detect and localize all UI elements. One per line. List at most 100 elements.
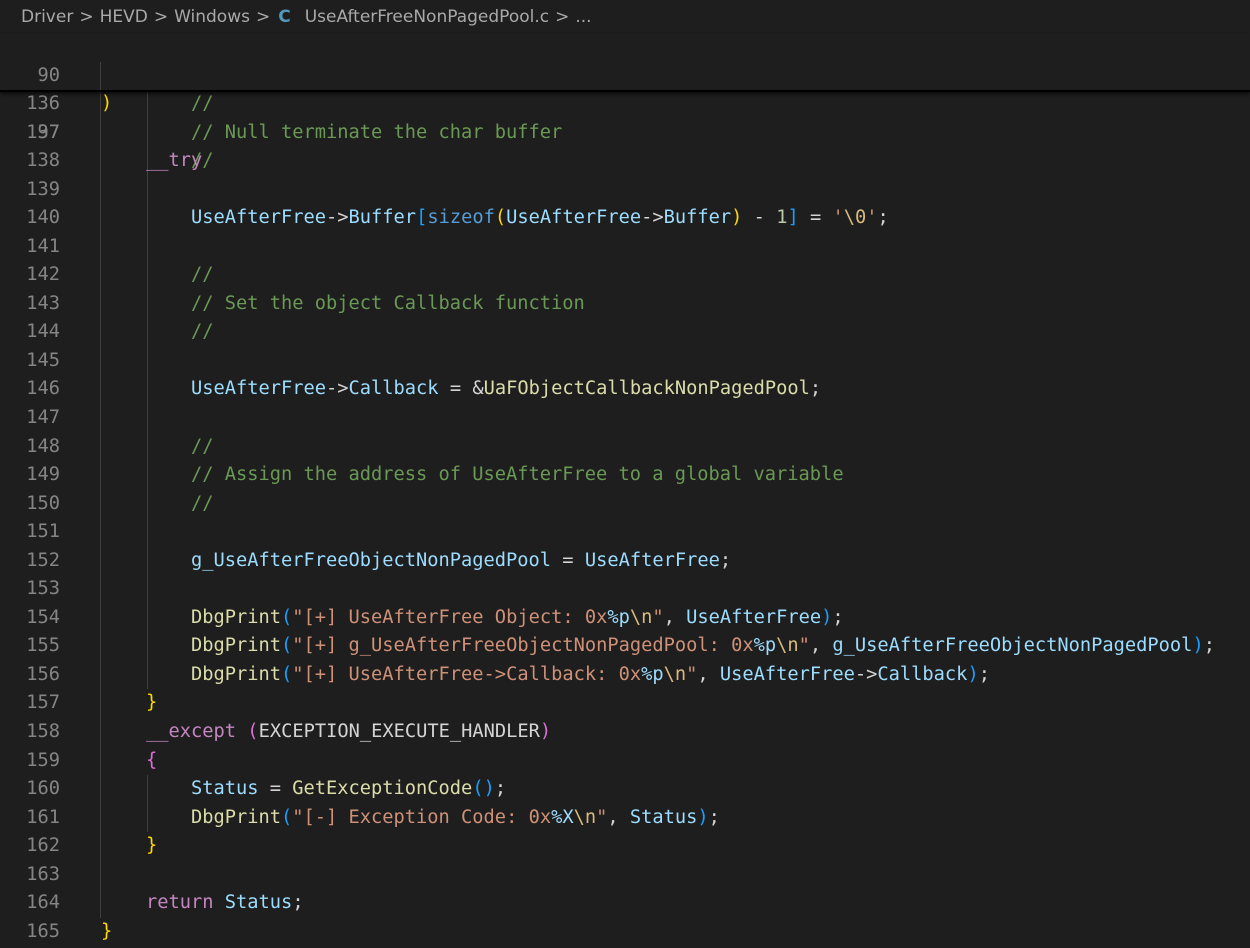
breadcrumb: Driver > HEVD > Windows > C UseAfterFree… (0, 0, 1250, 33)
code-line[interactable]: 157 } (0, 689, 1250, 719)
line-number: 142 (26, 264, 60, 286)
indent-guide (100, 404, 101, 433)
code-line[interactable]: 145 (0, 346, 1250, 376)
code-line[interactable]: 160 Status = GetExceptionCode(); (0, 775, 1250, 804)
line-number: 97 (37, 121, 60, 143)
code-line[interactable]: 162 } (0, 832, 1250, 861)
breadcrumb-windows[interactable]: Windows (174, 7, 250, 27)
line-number: 163 (26, 863, 60, 885)
indent-guide (100, 346, 101, 376)
code-text: Status = GetExceptionCode(); (191, 778, 507, 800)
code-text: // (191, 93, 214, 114)
code-line[interactable]: 139 (0, 175, 1250, 205)
code-line[interactable]: 151 (0, 518, 1250, 547)
line-number: 154 (26, 606, 60, 628)
indent-guide (100, 518, 101, 547)
code-text: } (146, 835, 158, 857)
code-text: // (191, 492, 214, 514)
breadcrumb-separator: > (153, 6, 169, 27)
code-line[interactable]: 159 { (0, 746, 1250, 776)
line-number: 150 (26, 492, 60, 514)
breadcrumb-separator: > (79, 6, 94, 27)
line-number: 147 (26, 407, 60, 429)
code-text: ) (101, 93, 113, 114)
breadcrumb-file[interactable]: UseAfterFreeNonPagedPool.c (305, 7, 549, 27)
code-line[interactable]: 143 // Set the object Callback function (0, 289, 1250, 319)
code-line[interactable]: 136 // (0, 90, 1250, 119)
code-line[interactable]: 165} (0, 918, 1250, 947)
line-number: 141 (26, 235, 60, 257)
code-text: UseAfterFree->Buffer[sizeof(UseAfterFree… (191, 207, 889, 229)
code-text: // (191, 321, 214, 343)
code-line[interactable]: 148 // (0, 432, 1250, 462)
code-line[interactable]: 158 __except (EXCEPTION_EXECUTE_HANDLER) (0, 718, 1250, 747)
sticky-scroll[interactable]: 90 ) 97 __try (0, 33, 1250, 171)
code-line[interactable]: 147 (0, 404, 1250, 433)
code-text: // (191, 435, 214, 457)
indent-guide (100, 232, 101, 262)
line-number: 151 (26, 521, 60, 543)
breadcrumb-separator: > (255, 6, 271, 27)
code-line[interactable]: 149 // Assign the address of UseAfterFre… (0, 461, 1250, 490)
code-text: } (101, 920, 113, 942)
code-editor[interactable]: 136 //137 // Null terminate the char buf… (0, 90, 1250, 946)
line-number: 165 (26, 920, 60, 942)
code-line[interactable]: 155 DbgPrint("[+] g_UseAfterFreeObjectNo… (0, 632, 1250, 661)
line-number: 149 (26, 464, 60, 486)
code-line[interactable]: 146 UseAfterFree->Callback = &UaFObjectC… (0, 375, 1250, 405)
indent-guide (147, 346, 148, 376)
code-line[interactable]: 144 // (0, 318, 1250, 347)
indent-guide (147, 575, 148, 604)
line-number: 144 (26, 321, 60, 343)
code-line[interactable]: 163 (0, 860, 1250, 890)
code-line[interactable]: 153 (0, 575, 1250, 604)
code-text: DbgPrint("[+] UseAfterFree Object: 0x%p\… (191, 606, 844, 628)
code-line[interactable]: 156 DbgPrint("[+] UseAfterFree->Callback… (0, 660, 1250, 690)
code-text: // Null terminate the char buffer (191, 121, 563, 143)
line-number: 156 (26, 663, 60, 685)
line-number: 155 (26, 635, 60, 657)
line-number: 158 (26, 721, 60, 743)
line-number: 146 (26, 378, 60, 400)
code-line[interactable]: 161 DbgPrint("[-] Exception Code: 0x%X\n… (0, 803, 1250, 833)
line-number: 148 (26, 435, 60, 457)
indent-guide (147, 175, 148, 205)
line-number: 157 (26, 692, 60, 714)
breadcrumb-hevd[interactable]: HEVD (100, 7, 148, 27)
indent-guide (100, 575, 101, 604)
code-text: } (146, 692, 158, 714)
line-number: 140 (26, 207, 60, 229)
sticky-line[interactable]: 90 ) (0, 33, 1250, 115)
code-text: DbgPrint("[-] Exception Code: 0x%X\n", S… (191, 806, 720, 828)
code-line[interactable]: 164 return Status; (0, 889, 1250, 918)
code-text: __except (EXCEPTION_EXECUTE_HANDLER) (146, 721, 552, 743)
code-text: g_UseAfterFreeObjectNonPagedPool = UseAf… (191, 549, 732, 571)
line-number: 145 (26, 349, 60, 371)
code-line[interactable]: 141 (0, 232, 1250, 262)
code-line[interactable]: 140 UseAfterFree->Buffer[sizeof(UseAfter… (0, 204, 1250, 233)
code-text: DbgPrint("[+] g_UseAfterFreeObjectNonPag… (191, 635, 1215, 657)
code-line[interactable]: 154 DbgPrint("[+] UseAfterFree Object: 0… (0, 603, 1250, 633)
code-text: return Status; (146, 892, 304, 914)
breadcrumb-driver[interactable]: Driver (21, 7, 73, 27)
indent-guide (147, 404, 148, 433)
breadcrumb-separator: > (555, 6, 570, 27)
code-text: DbgPrint("[+] UseAfterFree->Callback: 0x… (191, 663, 990, 685)
indent-guide (147, 518, 148, 547)
code-text: // Set the object Callback function (191, 292, 585, 314)
code-line[interactable]: 150 // (0, 489, 1250, 519)
code-text: // Assign the address of UseAfterFree to… (191, 464, 844, 486)
code-line[interactable]: 152 g_UseAfterFreeObjectNonPagedPool = U… (0, 546, 1250, 576)
c-file-icon: C (278, 6, 291, 27)
code-text: __try (146, 150, 203, 171)
line-number: 153 (26, 578, 60, 600)
breadcrumb-symbol[interactable]: ... (575, 7, 591, 27)
code-line[interactable]: 142 // (0, 261, 1250, 290)
code-text: // (191, 264, 214, 286)
indent-guide (100, 860, 101, 890)
code-text: UseAfterFree->Callback = &UaFObjectCallb… (191, 378, 822, 400)
code-line[interactable]: 137 // Null terminate the char buffer (0, 118, 1250, 148)
sticky-line[interactable]: 97 __try (0, 61, 1250, 171)
line-number: 161 (26, 806, 60, 828)
indent-guide (100, 175, 101, 205)
